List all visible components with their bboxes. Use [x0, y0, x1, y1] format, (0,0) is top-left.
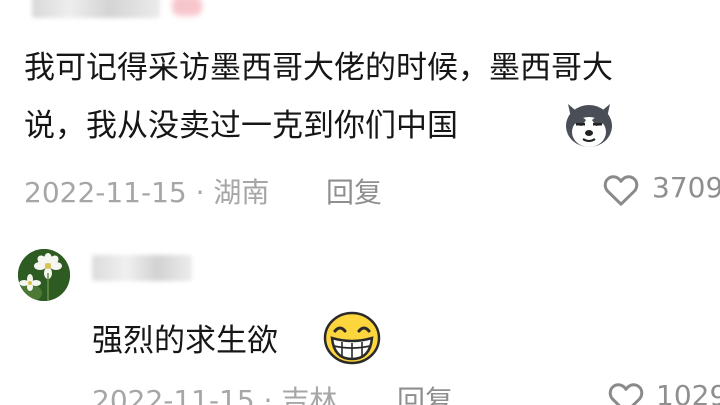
reply-button[interactable]: 回复: [397, 379, 453, 405]
comment-text-line-2: 说，我从没卖过一克到你们中国: [24, 108, 458, 144]
username-blurred[interactable]: [92, 255, 192, 281]
username-blurred[interactable]: [32, 0, 160, 18]
heart-outline-icon[interactable]: [601, 170, 641, 210]
heart-outline-icon[interactable]: [606, 378, 646, 405]
reply-button[interactable]: 回复: [326, 171, 382, 211]
like-count: 1029: [656, 379, 720, 405]
comment-date-location: 2022-11-15 · 湖南: [24, 176, 270, 209]
comment-text: 强烈的求生欲: [92, 323, 278, 359]
comment-text-line-1: 我可记得采访墨西哥大佬的时候，墨西哥大: [24, 50, 613, 86]
like-count: 3709: [652, 171, 720, 204]
comment-date-location: 2022-11-15 · 吉林: [92, 384, 338, 405]
user-badge-icon: [172, 0, 202, 16]
husky-dog-icon: [566, 104, 612, 147]
avatar[interactable]: [18, 249, 70, 301]
grinning-face-icon: [323, 311, 381, 365]
flower-avatar-icon: [18, 249, 70, 301]
comment-thread: 我可记得采访墨西哥大佬的时候，墨西哥大 说，我从没卖过一克到你们中国 2022-…: [0, 0, 720, 405]
